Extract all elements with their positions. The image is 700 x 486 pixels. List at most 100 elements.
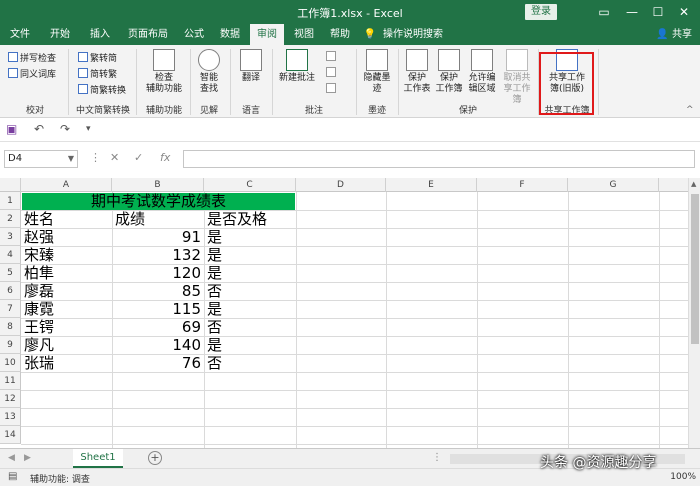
- table-cell-score[interactable]: 115: [113, 300, 203, 318]
- thesaurus-button[interactable]: 同义词库: [8, 67, 56, 81]
- row-header[interactable]: 1: [0, 192, 21, 210]
- select-all-corner[interactable]: [0, 178, 21, 192]
- comment-option-2[interactable]: [326, 67, 338, 81]
- smart-lookup-button[interactable]: 智能 查找: [194, 49, 224, 95]
- customize-qat-icon[interactable]: ▾: [86, 124, 91, 134]
- row-header[interactable]: 2: [0, 210, 21, 228]
- check-accessibility-button[interactable]: 检查 辅助功能: [142, 49, 186, 95]
- column-header[interactable]: G: [568, 178, 659, 192]
- unshare-workbook-button[interactable]: 取消共 享工作簿: [500, 49, 534, 106]
- name-box[interactable]: D4 ▼: [4, 150, 78, 168]
- table-cell-name[interactable]: 廖凡: [22, 336, 112, 354]
- row-header[interactable]: 13: [0, 408, 21, 426]
- table-cell-pass[interactable]: 是: [205, 228, 295, 246]
- scroll-thumb[interactable]: [691, 194, 699, 344]
- column-header[interactable]: B: [112, 178, 204, 192]
- comment-option-3[interactable]: [326, 83, 338, 97]
- next-sheet-icon[interactable]: ▶: [24, 453, 31, 463]
- vertical-scrollbar[interactable]: ▲: [688, 178, 700, 448]
- hide-ink-button[interactable]: 隐藏墨 迹: [360, 49, 394, 95]
- table-cell-score[interactable]: 132: [113, 246, 203, 264]
- table-cell-pass[interactable]: 是: [205, 336, 295, 354]
- table-cell-pass[interactable]: 否: [205, 354, 295, 372]
- new-comment-button[interactable]: 新建批注: [276, 49, 318, 84]
- column-header[interactable]: C: [204, 178, 296, 192]
- scroll-up-icon[interactable]: ▲: [691, 180, 696, 188]
- lightbulb-icon[interactable]: 💡: [360, 24, 380, 45]
- table-cell-pass[interactable]: 是: [205, 300, 295, 318]
- protect-workbook-button[interactable]: 保护 工作簿: [434, 49, 464, 95]
- add-sheet-icon[interactable]: +: [148, 451, 162, 465]
- table-cell-name[interactable]: 宋臻: [22, 246, 112, 264]
- row-header[interactable]: 11: [0, 372, 21, 390]
- table-cell-name[interactable]: 张瑞: [22, 354, 112, 372]
- share-button[interactable]: 👤 共享: [656, 24, 692, 45]
- header-cell-score[interactable]: 成绩: [113, 210, 203, 228]
- table-cell-pass[interactable]: 否: [205, 318, 295, 336]
- table-cell-score[interactable]: 76: [113, 354, 203, 372]
- table-cell-score[interactable]: 85: [113, 282, 203, 300]
- table-cell-score[interactable]: 120: [113, 264, 203, 282]
- row-header[interactable]: 8: [0, 318, 21, 336]
- undo-icon[interactable]: ↶: [34, 122, 44, 136]
- translate-button[interactable]: 翻译: [236, 49, 266, 84]
- simp-to-trad-button[interactable]: 简转繁: [78, 67, 117, 81]
- row-header[interactable]: 6: [0, 282, 21, 300]
- redo-icon[interactable]: ↷: [60, 122, 70, 136]
- row-header[interactable]: 12: [0, 390, 21, 408]
- close-icon[interactable]: ✕: [672, 2, 696, 22]
- collapse-ribbon-icon[interactable]: ^: [686, 105, 694, 115]
- row-header[interactable]: 7: [0, 300, 21, 318]
- prev-sheet-icon[interactable]: ◀: [8, 453, 15, 463]
- ribbon-display-icon[interactable]: ▭: [592, 2, 616, 22]
- table-cell-score[interactable]: 69: [113, 318, 203, 336]
- column-header[interactable]: D: [296, 178, 386, 192]
- save-icon[interactable]: ▣: [6, 122, 17, 136]
- header-cell-pass[interactable]: 是否及格: [205, 210, 295, 228]
- allow-edit-ranges-button[interactable]: 允许编 辑区域: [466, 49, 498, 95]
- maximize-icon[interactable]: ☐: [646, 2, 670, 22]
- table-cell-score[interactable]: 91: [113, 228, 203, 246]
- protect-sheet-button[interactable]: 保护 工作表: [402, 49, 432, 95]
- header-cell-name[interactable]: 姓名: [22, 210, 112, 228]
- trad-to-simp-button[interactable]: 繁转简: [78, 51, 117, 65]
- zoom-level[interactable]: 100%: [670, 472, 696, 482]
- tab-page-layout[interactable]: 页面布局: [122, 24, 174, 45]
- table-title-cell[interactable]: 期中考试数学成绩表: [22, 193, 295, 210]
- comment-option-1[interactable]: [326, 51, 338, 65]
- sheet-tab-sheet1[interactable]: Sheet1: [73, 449, 123, 468]
- tab-insert[interactable]: 插入: [84, 24, 116, 45]
- table-cell-name[interactable]: 赵强: [22, 228, 112, 246]
- tab-formulas[interactable]: 公式: [178, 24, 210, 45]
- enter-icon[interactable]: ✓: [134, 151, 143, 164]
- row-header[interactable]: 5: [0, 264, 21, 282]
- macro-icon[interactable]: ▤: [8, 471, 17, 482]
- table-cell-pass[interactable]: 是: [205, 264, 295, 282]
- minimize-icon[interactable]: —: [620, 2, 644, 22]
- tab-review[interactable]: 审阅: [250, 24, 284, 45]
- table-cell-score[interactable]: 140: [113, 336, 203, 354]
- table-cell-pass[interactable]: 否: [205, 282, 295, 300]
- tab-help[interactable]: 帮助: [324, 24, 356, 45]
- login-button[interactable]: 登录: [525, 4, 557, 20]
- row-header[interactable]: 9: [0, 336, 21, 354]
- row-header[interactable]: 14: [0, 426, 21, 444]
- table-cell-name[interactable]: 康霓: [22, 300, 112, 318]
- column-header[interactable]: E: [386, 178, 477, 192]
- spell-check-button[interactable]: 拼写检查: [8, 51, 56, 65]
- tab-view[interactable]: 视图: [288, 24, 320, 45]
- row-header[interactable]: 4: [0, 246, 21, 264]
- insert-function-icon[interactable]: fx: [160, 151, 170, 164]
- chinese-conversion-button[interactable]: 简繁转换: [78, 83, 126, 97]
- table-cell-name[interactable]: 廖磊: [22, 282, 112, 300]
- table-cell-name[interactable]: 柏隼: [22, 264, 112, 282]
- tab-home[interactable]: 开始: [44, 24, 76, 45]
- table-cell-name[interactable]: 王锷: [22, 318, 112, 336]
- column-header[interactable]: A: [21, 178, 112, 192]
- column-header[interactable]: F: [477, 178, 568, 192]
- tab-file[interactable]: 文件: [4, 24, 36, 45]
- accessibility-status[interactable]: 辅助功能: 调查: [30, 472, 90, 485]
- tell-me-search[interactable]: 操作说明搜索: [378, 24, 448, 45]
- table-cell-pass[interactable]: 是: [205, 246, 295, 264]
- formula-input[interactable]: [183, 150, 695, 168]
